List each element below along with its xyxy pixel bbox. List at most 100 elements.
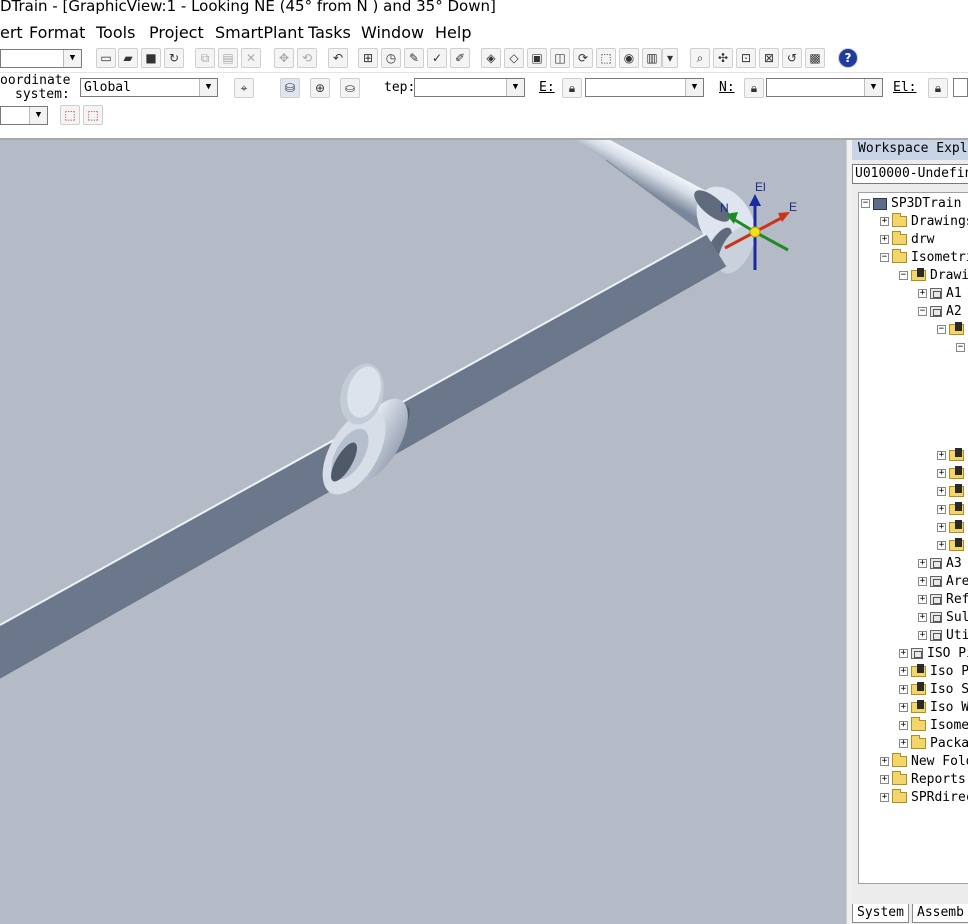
select-icon[interactable]: ⬚	[596, 48, 616, 68]
tree-node[interactable]: + A1	[918, 285, 962, 303]
coordinate-system-combo[interactable]: Global ▼	[80, 78, 218, 97]
help-icon[interactable]: ?	[838, 48, 858, 68]
tree-node[interactable]: − Drawing	[899, 267, 968, 285]
menu-format[interactable]: Format	[29, 23, 85, 42]
collapse-icon[interactable]: −	[918, 307, 927, 316]
chevron-down-icon[interactable]: ▼	[864, 79, 882, 96]
expand-icon[interactable]: +	[937, 487, 946, 496]
clip-icon[interactable]: ◫	[550, 48, 570, 68]
box-icon[interactable]: ▣	[527, 48, 547, 68]
chevron-down-icon[interactable]: ▼	[199, 79, 217, 96]
camera-icon[interactable]: ◉	[619, 48, 639, 68]
delete-icon[interactable]: ✕	[241, 48, 261, 68]
move-icon[interactable]: ✥	[274, 48, 294, 68]
elevation-combo[interactable]	[953, 78, 968, 97]
tree-node[interactable]: + Iso Spo	[899, 681, 968, 699]
save-icon[interactable]: ■	[141, 48, 161, 68]
tree-node[interactable]: +UC	[937, 483, 968, 501]
pan-icon[interactable]: ✣	[713, 48, 733, 68]
expand-icon[interactable]: +	[880, 217, 889, 226]
tree-node[interactable]: + Reports	[880, 771, 966, 789]
tree-node[interactable]: + Isometi	[899, 717, 968, 735]
expand-icon[interactable]: +	[937, 523, 946, 532]
expand-icon[interactable]: +	[918, 577, 927, 586]
chevron-down-icon[interactable]: ▼	[63, 50, 81, 67]
chevron-down-icon[interactable]: ▾	[662, 48, 678, 68]
chevron-down-icon[interactable]: ▼	[685, 79, 703, 96]
expand-icon[interactable]: +	[880, 793, 889, 802]
step-combo[interactable]: ▼	[414, 78, 525, 97]
rectangular-coordinates-icon[interactable]: ⊕	[310, 78, 330, 98]
spherical-coordinates-icon[interactable]: ⛀	[340, 78, 360, 98]
expand-icon[interactable]: +	[880, 757, 889, 766]
collapse-icon[interactable]: −	[861, 199, 870, 208]
tree-node[interactable]: + drw	[880, 231, 934, 249]
tab-assembly[interactable]: Assemb	[912, 904, 968, 923]
cubes-icon[interactable]: ◇	[504, 48, 524, 68]
view-icon[interactable]: ▥	[642, 48, 662, 68]
tree-node[interactable]: + Area	[918, 573, 968, 591]
tree-node[interactable]: +UC	[937, 465, 968, 483]
cube-icon[interactable]: ◈	[481, 48, 501, 68]
copy-icon[interactable]: ⧉	[195, 48, 215, 68]
tree-node[interactable]: − SP3DTrain	[861, 195, 961, 213]
workspace-filter-field[interactable]: U010000-Undefin	[852, 164, 968, 184]
locate-filter-combo[interactable]: ▼	[0, 106, 48, 125]
paste-icon[interactable]: ▤	[218, 48, 238, 68]
tree-node[interactable]: −	[956, 339, 968, 357]
tree-node[interactable]: + Iso Pip	[899, 663, 968, 681]
zoom-area-icon[interactable]: ⊡	[736, 48, 756, 68]
tree-node[interactable]: −UC	[937, 321, 968, 339]
expand-icon[interactable]: +	[880, 235, 889, 244]
measure-icon[interactable]: ⊞	[358, 48, 378, 68]
menu-project[interactable]: Project	[149, 23, 204, 42]
tree-node[interactable]: + New Folde	[880, 753, 968, 771]
collapse-icon[interactable]: −	[899, 271, 908, 280]
tree-node[interactable]: +UC	[937, 537, 968, 555]
tab-system[interactable]: System	[852, 904, 909, 923]
collapse-icon[interactable]: −	[880, 253, 889, 262]
active-filter-combo[interactable]: ▼	[0, 49, 82, 68]
tree-node[interactable]: +UC	[937, 501, 968, 519]
mirror-icon[interactable]: ⟲	[297, 48, 317, 68]
select-inside-fence-icon[interactable]: ⬚	[60, 105, 80, 125]
rotate-icon[interactable]: ⟳	[573, 48, 593, 68]
pick-coordinate-system-icon[interactable]: ⌖	[234, 78, 254, 98]
menu-smartplant[interactable]: SmartPlant	[215, 23, 304, 42]
expand-icon[interactable]: +	[899, 721, 908, 730]
expand-icon[interactable]: +	[937, 505, 946, 514]
expand-icon[interactable]: +	[918, 595, 927, 604]
expand-icon[interactable]: +	[899, 667, 908, 676]
expand-icon[interactable]: +	[937, 541, 946, 550]
tree-node[interactable]: +UC	[937, 447, 968, 465]
expand-icon[interactable]: +	[937, 469, 946, 478]
tree-node[interactable]: +UC	[937, 519, 968, 537]
undo-icon[interactable]: ↶	[328, 48, 348, 68]
menu-tasks[interactable]: Tasks	[308, 23, 351, 42]
tree-node[interactable]: + ISO Pip	[899, 645, 968, 663]
collapse-icon[interactable]: −	[956, 343, 965, 352]
graphic-view[interactable]: El N E	[0, 140, 846, 924]
tree-node[interactable]: + Package	[899, 735, 968, 753]
clock-icon[interactable]: ◷	[381, 48, 401, 68]
menu-insert[interactable]: ert	[0, 23, 23, 42]
expand-icon[interactable]: +	[899, 649, 908, 658]
tree-node[interactable]: − A2	[918, 303, 962, 321]
expand-icon[interactable]: +	[918, 559, 927, 568]
pencil-icon[interactable]: ✐	[450, 48, 470, 68]
refresh-icon[interactable]: ↻	[164, 48, 184, 68]
chevron-down-icon[interactable]: ▼	[506, 79, 524, 96]
expand-icon[interactable]: +	[899, 685, 908, 694]
collapse-icon[interactable]: −	[937, 325, 946, 334]
expand-icon[interactable]: +	[918, 631, 927, 640]
tree-node[interactable]: + Drawings	[880, 213, 968, 231]
check-icon[interactable]: ✓	[427, 48, 447, 68]
tree-node[interactable]: + Sulp	[918, 609, 968, 627]
expand-icon[interactable]: +	[918, 613, 927, 622]
new-icon[interactable]: ▭	[96, 48, 116, 68]
tree-node[interactable]: + Refi	[918, 591, 968, 609]
lock-northing-icon[interactable]: 🔒︎	[744, 78, 764, 98]
rotate-view-icon[interactable]: ↺	[782, 48, 802, 68]
lock-elevation-icon[interactable]: 🔒︎	[928, 78, 948, 98]
tree-node[interactable]: + Iso WBS	[899, 699, 968, 717]
